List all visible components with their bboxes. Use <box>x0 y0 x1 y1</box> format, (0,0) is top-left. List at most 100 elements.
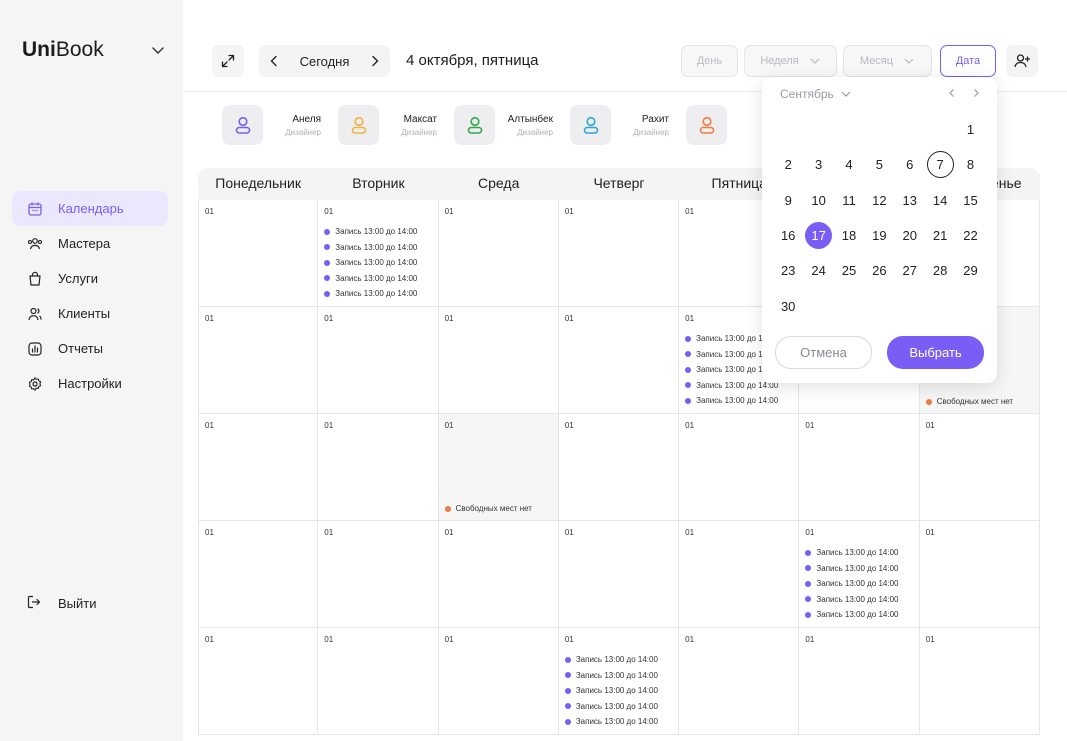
chevron-left-icon[interactable] <box>947 87 957 99</box>
event-item[interactable]: Запись 13:00 до 14:00 <box>324 224 431 240</box>
view-day-button[interactable]: День <box>681 45 738 77</box>
calendar-day-cell[interactable]: 01 <box>318 307 439 414</box>
picker-day[interactable]: 18 <box>834 218 864 253</box>
chevron-right-icon[interactable] <box>368 54 382 68</box>
add-user-button[interactable] <box>1006 45 1038 77</box>
picker-day[interactable]: 27 <box>895 253 925 288</box>
view-week-button[interactable]: Неделя <box>744 45 837 77</box>
calendar-day-cell[interactable]: 01 <box>318 414 439 521</box>
picker-day[interactable]: 1 <box>955 112 985 147</box>
picker-day[interactable]: 19 <box>864 218 894 253</box>
calendar-day-cell[interactable]: 01 <box>198 200 319 307</box>
calendar-day-cell[interactable]: 01 <box>198 414 319 521</box>
sidebar-item-settings[interactable]: Настройки <box>12 366 168 401</box>
picker-day[interactable]: 15 <box>955 183 985 218</box>
calendar-day-cell[interactable]: 01 <box>198 307 319 414</box>
calendar-day-cell[interactable]: 01 <box>919 628 1040 735</box>
picker-day[interactable]: 5 <box>864 147 894 182</box>
event-item[interactable]: Запись 13:00 до 14:00 <box>685 393 792 409</box>
event-item[interactable]: Запись 13:00 до 14:00 <box>565 714 672 730</box>
calendar-day-cell[interactable]: 01 <box>438 521 559 628</box>
cancel-button[interactable]: Отмена <box>775 336 872 369</box>
event-item[interactable]: Запись 13:00 до 14:00 <box>324 240 431 256</box>
picker-day[interactable]: 24 <box>803 253 833 288</box>
event-item[interactable]: Запись 13:00 до 14:00 <box>324 286 431 302</box>
chevron-right-icon[interactable] <box>971 87 981 99</box>
month-select[interactable]: Сентябрь <box>780 87 852 101</box>
calendar-day-cell[interactable]: 01 <box>558 414 680 521</box>
master-card[interactable]: Максат Дизайнер <box>338 105 437 145</box>
chevron-left-icon[interactable] <box>267 54 281 68</box>
chevron-down-icon[interactable] <box>150 42 166 58</box>
picker-day[interactable]: 28 <box>925 253 955 288</box>
event-item[interactable]: Запись 13:00 до 14:00 <box>324 255 431 271</box>
picker-day[interactable]: 25 <box>834 253 864 288</box>
picker-day[interactable]: 14 <box>925 183 955 218</box>
calendar-day-cell[interactable]: 01 <box>679 628 800 735</box>
picker-day[interactable]: 3 <box>803 147 833 182</box>
sidebar-item-masters[interactable]: Мастера <box>12 226 168 261</box>
view-date-button[interactable]: Дата <box>940 45 996 77</box>
picker-day[interactable]: 13 <box>895 183 925 218</box>
picker-day[interactable]: 21 <box>925 218 955 253</box>
picker-day[interactable]: 9 <box>773 183 803 218</box>
picker-day[interactable]: 23 <box>773 253 803 288</box>
master-card[interactable]: Алтынбек Дизайнер <box>454 105 553 145</box>
picker-day[interactable]: 12 <box>864 183 894 218</box>
picker-day[interactable]: 26 <box>864 253 894 288</box>
event-item[interactable]: Запись 13:00 до 14:00 <box>324 271 431 287</box>
sidebar-item-services[interactable]: Услуги <box>12 261 168 296</box>
calendar-day-cell[interactable]: 01 <box>558 200 680 307</box>
master-card[interactable]: Анеля Дизайнер <box>222 105 321 145</box>
calendar-day-cell[interactable]: 01 <box>679 521 800 628</box>
event-item[interactable]: Запись 13:00 до 14:00 <box>805 545 912 561</box>
app-logo[interactable]: UniBook <box>22 38 104 62</box>
event-item[interactable]: Запись 13:00 до 14:00 <box>565 652 672 668</box>
calendar-day-cell[interactable]: 01 Свободных мест нет <box>438 414 559 521</box>
logout-button[interactable]: Выйти <box>26 594 97 612</box>
calendar-day-cell[interactable]: 01 <box>438 307 559 414</box>
event-item[interactable]: Запись 13:00 до 14:00 <box>565 668 672 684</box>
calendar-day-cell[interactable]: 01 <box>799 628 920 735</box>
calendar-day-cell[interactable]: 01 <box>558 307 680 414</box>
event-item[interactable]: Запись 13:00 до 14:00 <box>805 592 912 608</box>
sidebar-item-reports[interactable]: Отчеты <box>12 331 168 366</box>
picker-day[interactable]: 8 <box>955 147 985 182</box>
calendar-day-cell[interactable]: 01 <box>198 521 319 628</box>
picker-day[interactable]: 22 <box>955 218 985 253</box>
today-button[interactable]: Сегодня <box>300 54 350 69</box>
calendar-day-cell[interactable]: 01 <box>919 414 1040 521</box>
event-item[interactable]: Запись 13:00 до 14:00 <box>565 699 672 715</box>
calendar-day-cell[interactable]: 01 <box>318 628 439 735</box>
sidebar-item-calendar[interactable]: Календарь <box>12 191 168 226</box>
sidebar-item-clients[interactable]: Клиенты <box>12 296 168 331</box>
picker-day[interactable]: 7 <box>925 147 955 182</box>
picker-day[interactable]: 20 <box>895 218 925 253</box>
event-item[interactable]: Запись 13:00 до 14:00 <box>565 683 672 699</box>
picker-day[interactable]: 2 <box>773 147 803 182</box>
calendar-day-cell[interactable]: 01 <box>558 521 680 628</box>
calendar-day-cell[interactable]: 01 <box>438 200 559 307</box>
picker-day[interactable]: 17 <box>803 218 833 253</box>
master-card[interactable]: Рахит Дизайнер <box>570 105 669 145</box>
calendar-day-cell[interactable]: 01 <box>799 414 920 521</box>
event-item[interactable]: Запись 13:00 до 14:00 <box>805 561 912 577</box>
picker-day[interactable]: 30 <box>773 288 803 323</box>
calendar-day-cell[interactable]: 01 Запись 13:00 до 14:00 Запись 13:00 до 1… <box>318 200 439 307</box>
calendar-day-cell[interactable]: 01 <box>198 628 319 735</box>
expand-button[interactable] <box>212 45 244 77</box>
picker-day[interactable]: 4 <box>834 147 864 182</box>
calendar-day-cell[interactable]: 01 Запись 13:00 до 14:00 Запись 13:00 до 1… <box>558 628 680 735</box>
calendar-day-cell[interactable]: 01 Запись 13:00 до 14:00 Запись 13:00 до 1… <box>799 521 920 628</box>
calendar-day-cell[interactable]: 01 <box>679 414 800 521</box>
picker-day[interactable]: 29 <box>955 253 985 288</box>
picker-day[interactable]: 10 <box>803 183 833 218</box>
view-month-button[interactable]: Месяц <box>843 45 932 77</box>
event-item[interactable]: Запись 13:00 до 14:00 <box>805 576 912 592</box>
calendar-day-cell[interactable]: 01 <box>919 521 1040 628</box>
event-item[interactable]: Запись 13:00 до 14:00 <box>805 607 912 623</box>
picker-day[interactable]: 11 <box>834 183 864 218</box>
picker-day[interactable]: 16 <box>773 218 803 253</box>
picker-day[interactable]: 6 <box>895 147 925 182</box>
calendar-day-cell[interactable]: 01 <box>438 628 559 735</box>
